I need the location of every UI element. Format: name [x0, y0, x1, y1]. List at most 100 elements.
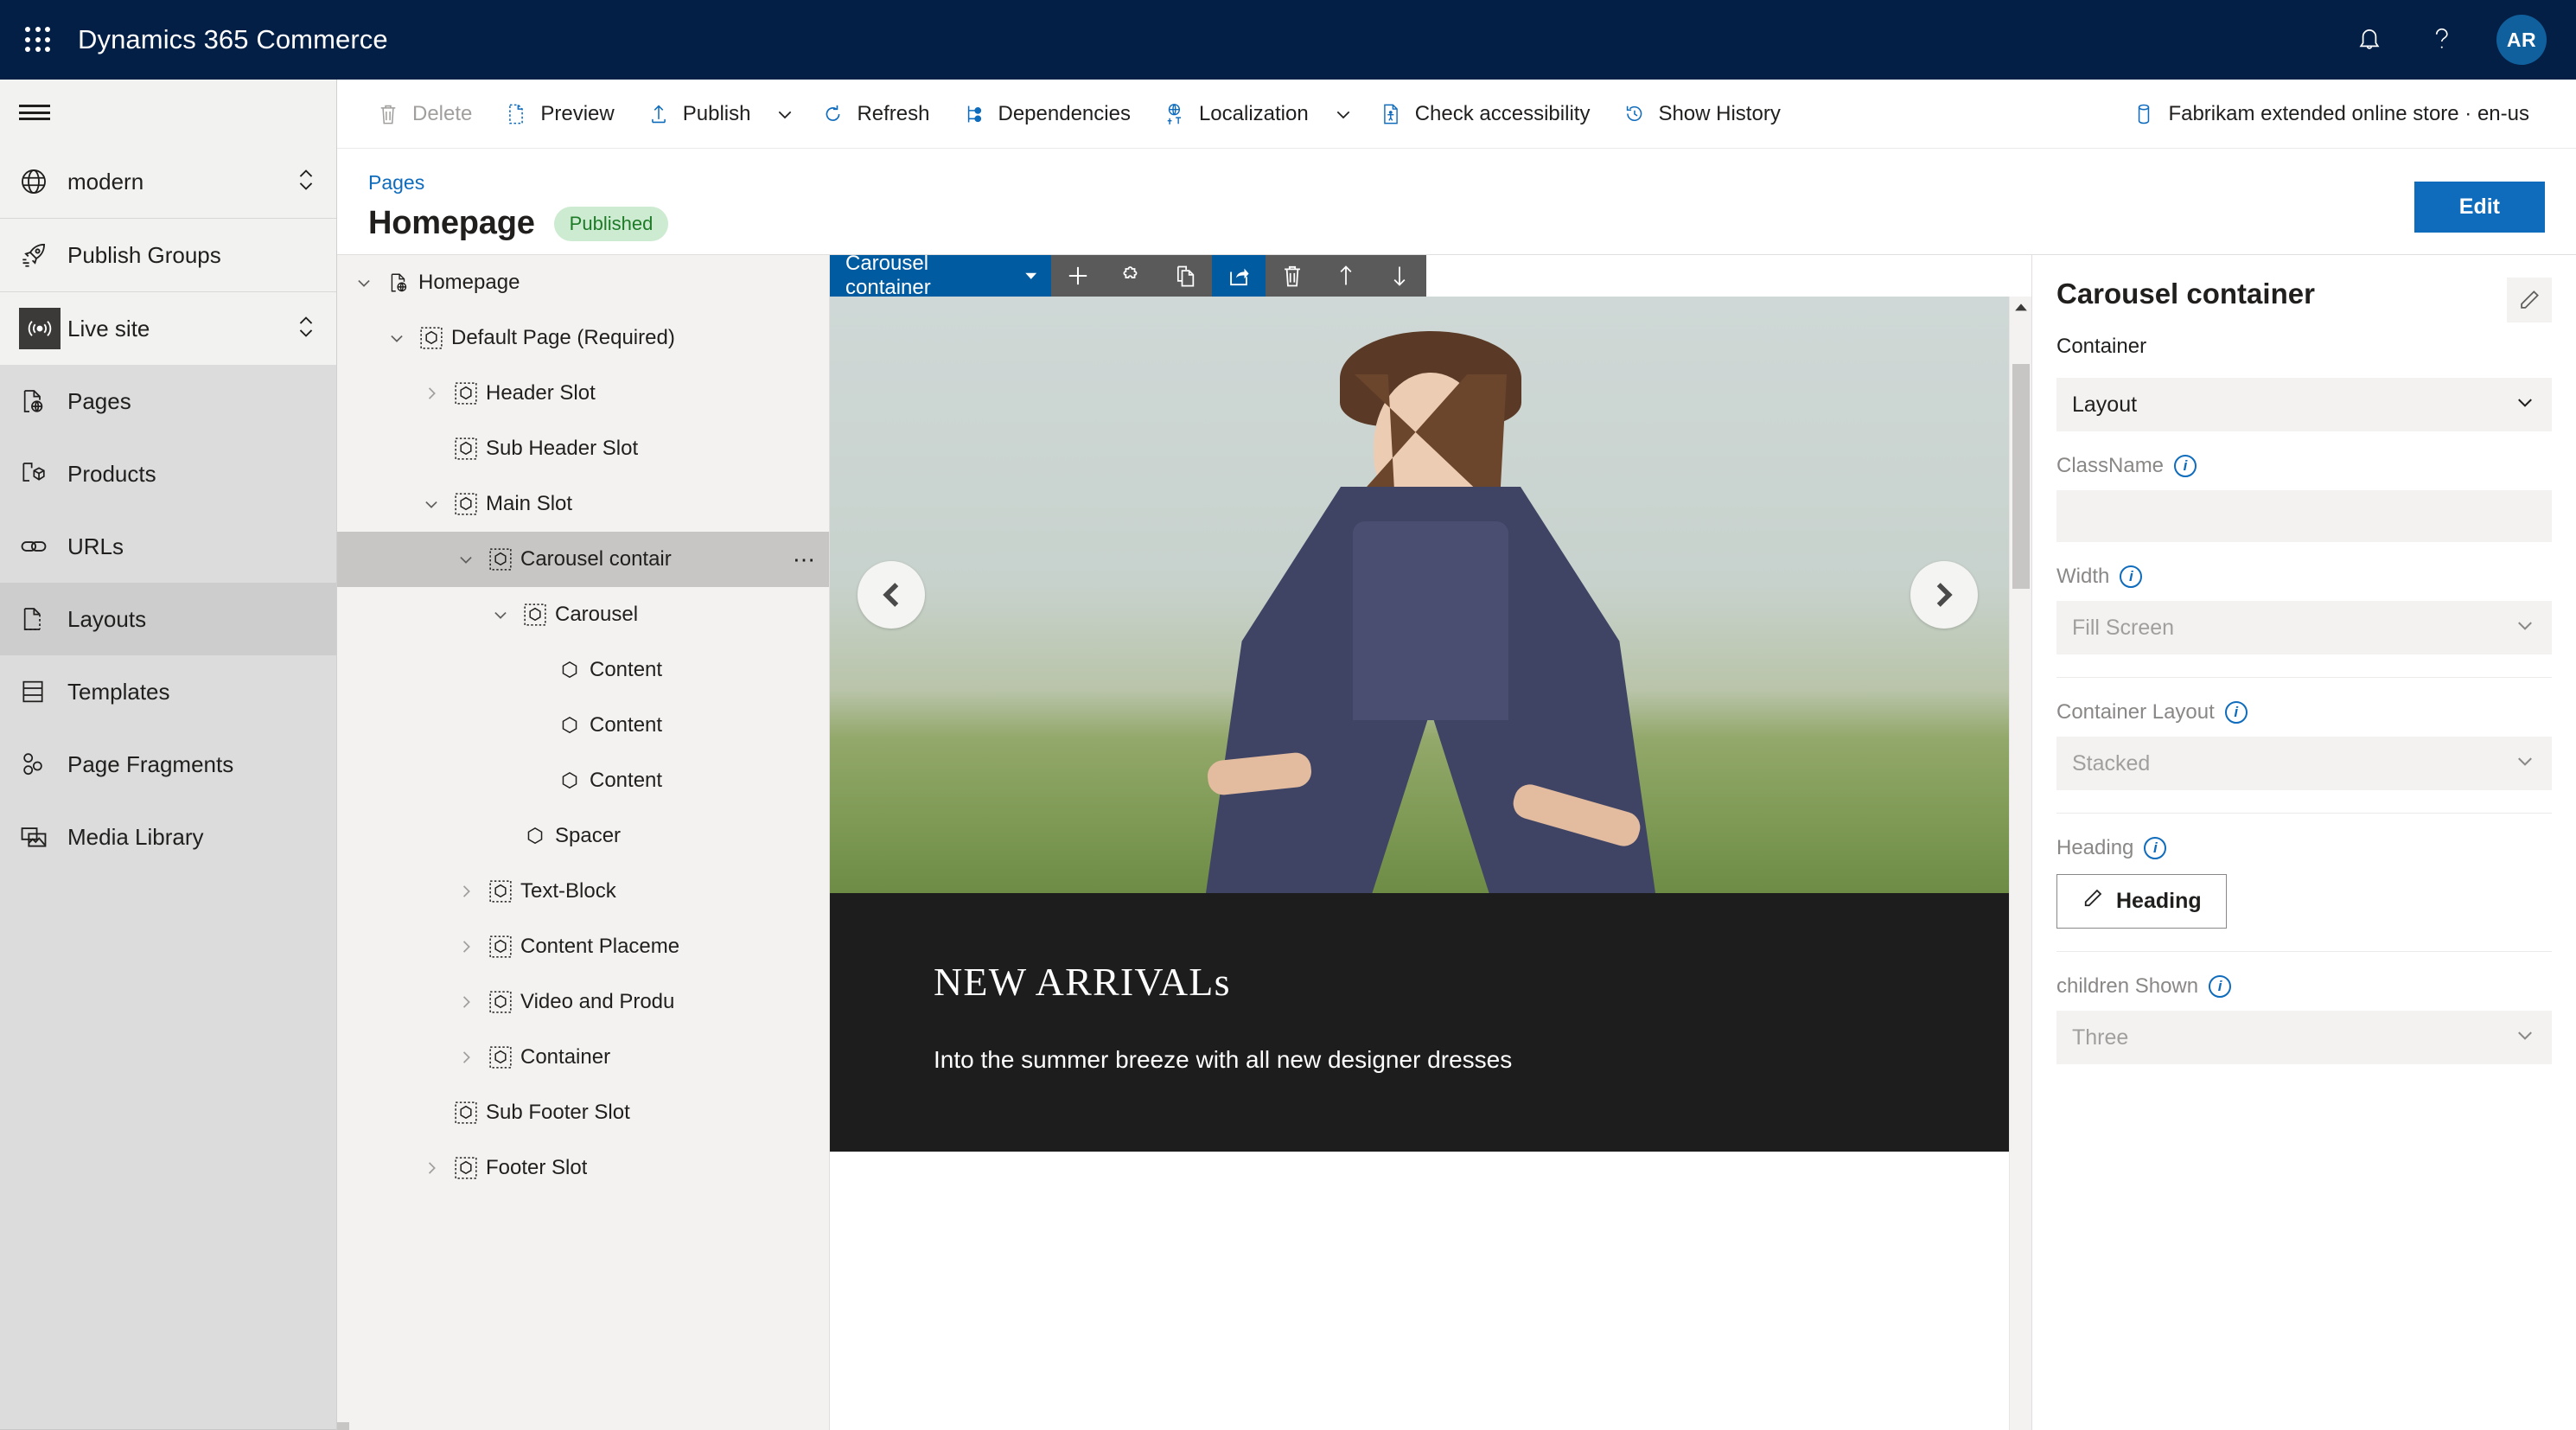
classname-input[interactable] — [2056, 490, 2552, 542]
tree-node-label: Default Page (Required) — [451, 326, 675, 349]
check-accessibility-button[interactable]: Check accessibility — [1362, 90, 1606, 138]
width-dropdown[interactable]: Fill Screen — [2056, 601, 2552, 654]
width-value: Fill Screen — [2072, 615, 2175, 640]
layout-section-dropdown[interactable]: Layout — [2056, 378, 2552, 431]
sidebar-item-publish-groups[interactable]: Publish Groups — [0, 219, 336, 291]
refresh-button[interactable]: Refresh — [804, 90, 945, 138]
sidebar-item-live-site[interactable]: Live site — [0, 292, 336, 365]
chevron-down-icon[interactable] — [451, 550, 481, 569]
chevron-right-icon[interactable] — [451, 1048, 481, 1067]
info-icon[interactable]: i — [2174, 455, 2197, 477]
tree-node-footer-slot[interactable]: Footer Slot — [337, 1140, 829, 1196]
sidebar-item-templates[interactable]: Templates — [0, 655, 336, 728]
carousel-prev-button[interactable] — [858, 561, 925, 629]
tree-node-video-and-product[interactable]: Video and Produ — [337, 974, 829, 1030]
question-mark-icon[interactable] — [2424, 22, 2460, 58]
tree-node-content[interactable]: Content — [337, 753, 829, 808]
move-down-icon[interactable] — [1373, 255, 1426, 297]
move-up-icon[interactable] — [1319, 255, 1373, 297]
field-label-text: children Shown — [2056, 974, 2199, 998]
tree-node-homepage[interactable]: Homepage — [337, 255, 829, 310]
sidebar-item-page-fragments[interactable]: Page Fragments — [0, 728, 336, 801]
tree-node-carousel-container[interactable]: Carousel contair ⋯ — [337, 532, 829, 587]
tree-node-spacer[interactable]: Spacer — [337, 808, 829, 864]
dependencies-button[interactable]: Dependencies — [946, 90, 1146, 138]
link-icon — [19, 532, 67, 561]
sidebar-item-urls[interactable]: URLs — [0, 510, 336, 583]
children-shown-dropdown[interactable]: Three — [2056, 1011, 2552, 1064]
app-title: Dynamics 365 Commerce — [78, 24, 388, 54]
tree-node-more-options-icon[interactable]: ⋯ — [784, 546, 817, 573]
tree-node-content[interactable]: Content — [337, 642, 829, 698]
avatar[interactable]: AR — [2496, 15, 2547, 65]
page-preview-canvas: Carousel container NEW ARRIVALs Into the… — [830, 254, 2031, 1430]
publish-button[interactable]: Publish — [630, 90, 767, 138]
carousel-next-button[interactable] — [1910, 561, 1978, 629]
sidebar-item-label: Templates — [67, 678, 170, 705]
tree-node-carousel[interactable]: Carousel — [337, 587, 829, 642]
localization-button[interactable]: Localization — [1146, 90, 1324, 138]
scrollbar-thumb[interactable] — [2012, 364, 2030, 589]
info-icon[interactable]: i — [2224, 701, 2248, 724]
chevron-down-icon[interactable] — [486, 605, 515, 624]
preview-button[interactable]: Preview — [488, 90, 629, 138]
channel-selector[interactable]: Fabrikam extended online store · en-us — [2115, 90, 2545, 138]
bell-icon[interactable] — [2351, 22, 2388, 58]
module-toolbar-name-dropdown[interactable]: Carousel container — [830, 255, 1051, 299]
delete-button[interactable]: Delete — [360, 90, 488, 138]
sidebar-item-label: Live site — [67, 315, 150, 342]
tree-node-main-slot[interactable]: Main Slot — [337, 476, 829, 532]
heading-edit-button[interactable]: Heading — [2056, 874, 2227, 929]
info-icon[interactable]: i — [2209, 975, 2232, 998]
chevron-down-icon[interactable] — [349, 273, 379, 292]
tree-node-sub-header-slot[interactable]: Sub Header Slot — [337, 421, 829, 476]
tree-node-container[interactable]: Container — [337, 1030, 829, 1085]
module-puzzle-icon[interactable] — [1105, 255, 1158, 297]
tree-node-sub-footer-slot[interactable]: Sub Footer Slot — [337, 1085, 829, 1140]
module-icon — [515, 603, 555, 627]
publish-chevron-down-icon[interactable] — [766, 90, 804, 138]
tree-horizontal-scrollbar[interactable] — [337, 1422, 829, 1430]
info-icon[interactable]: i — [2144, 837, 2167, 859]
container-layout-dropdown[interactable]: Stacked — [2056, 737, 2552, 790]
sidebar-item-products[interactable]: Products — [0, 437, 336, 510]
localization-chevron-down-icon[interactable] — [1324, 90, 1362, 138]
show-history-button[interactable]: Show History — [1605, 90, 1795, 138]
chevron-down-icon[interactable] — [417, 495, 446, 514]
pencil-icon[interactable] — [2507, 278, 2552, 322]
chevron-right-icon[interactable] — [417, 1159, 446, 1178]
chevron-down-icon — [2514, 391, 2536, 419]
tree-node-text-block[interactable]: Text-Block — [337, 864, 829, 919]
chevron-right-icon[interactable] — [451, 993, 481, 1012]
chevron-right-icon[interactable] — [417, 384, 446, 403]
info-icon[interactable]: i — [2120, 565, 2143, 588]
module-icon — [446, 437, 486, 461]
sidebar-site-selector[interactable]: modern — [0, 145, 336, 218]
properties-subtitle: Container — [2056, 335, 2147, 358]
add-plus-icon[interactable] — [1051, 255, 1105, 297]
scroll-up-arrow-icon[interactable] — [2010, 297, 2031, 319]
sidebar-item-layouts[interactable]: Layouts — [0, 583, 336, 655]
edit-button[interactable]: Edit — [2413, 182, 2545, 233]
share-export-icon[interactable] — [1212, 255, 1266, 297]
tree-node-content[interactable]: Content — [337, 698, 829, 753]
chevron-down-icon[interactable] — [382, 329, 411, 348]
properties-panel: Carousel container Container Layout Clas… — [2031, 254, 2576, 1430]
tree-node-header-slot[interactable]: Header Slot — [337, 366, 829, 421]
hamburger-icon[interactable] — [0, 80, 336, 145]
trash-icon[interactable] — [1266, 255, 1319, 297]
breadcrumb[interactable]: Pages — [368, 171, 2545, 195]
tree-node-content-placement[interactable]: Content Placeme — [337, 919, 829, 974]
container-layout-value: Stacked — [2072, 750, 2151, 776]
command-label: Localization — [1198, 101, 1309, 125]
page-globe-icon — [19, 387, 67, 415]
accessibility-icon — [1378, 103, 1404, 125]
sidebar-item-pages[interactable]: Pages — [0, 365, 336, 437]
sidebar-item-media-library[interactable]: Media Library — [0, 801, 336, 873]
chevron-right-icon[interactable] — [451, 882, 481, 901]
tree-node-default-page[interactable]: Default Page (Required) — [337, 310, 829, 366]
copy-icon[interactable] — [1158, 255, 1212, 297]
app-launcher-icon[interactable] — [19, 21, 57, 59]
canvas-vertical-scrollbar[interactable] — [2009, 297, 2031, 1430]
chevron-right-icon[interactable] — [451, 937, 481, 956]
